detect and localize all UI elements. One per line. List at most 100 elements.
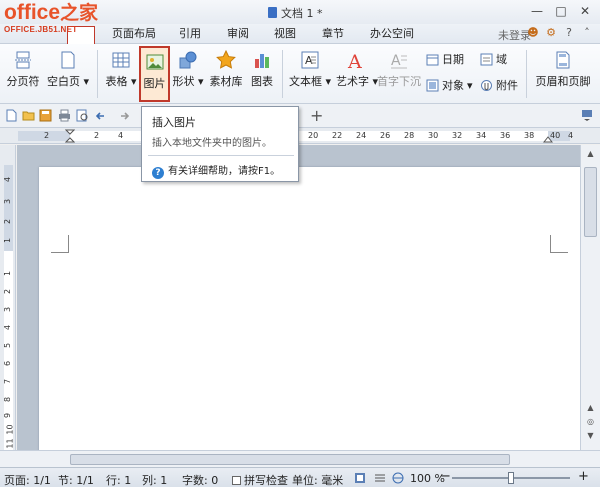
print-preview-icon[interactable]	[76, 109, 89, 122]
page-break-label: 分页符	[6, 75, 40, 88]
wordart-icon: A	[347, 51, 362, 70]
attachment-button[interactable]: 附件	[480, 76, 518, 94]
ruler-number: 28	[404, 131, 415, 140]
scroll-up-icon[interactable]: ▲	[584, 149, 597, 158]
close-button[interactable]: ✕	[574, 2, 596, 20]
undo-icon[interactable]	[96, 109, 109, 122]
logo-domain: OFFICE.JB51.NET	[4, 25, 78, 34]
field-icon	[480, 53, 493, 65]
ruler-number: 24	[356, 131, 367, 140]
tab-review[interactable]: 审阅	[227, 26, 249, 44]
chart-label: 图表	[251, 75, 273, 88]
object-label: 对象	[442, 79, 464, 92]
wordart-button[interactable]: A 艺术字 ▾	[336, 46, 378, 102]
tab-view[interactable]: 视图	[274, 26, 296, 44]
horizontal-ruler: 2 2 4 6 8 10 12 14 16 18 20 22 24 26 28 …	[0, 128, 600, 144]
horizontal-scrollbar[interactable]	[0, 450, 600, 467]
chart-icon	[255, 54, 269, 68]
table-button[interactable]: 表格 ▾	[104, 46, 138, 102]
status-wordcount: 字数: 0	[182, 474, 219, 487]
header-footer-label: 页眉和页脚	[535, 75, 591, 88]
blank-page-icon	[61, 51, 75, 69]
textbox-icon: A	[301, 51, 319, 69]
chart-button[interactable]: 图表	[248, 46, 276, 102]
date-button[interactable]: 日期	[426, 50, 464, 68]
new-tab-icon[interactable]: +	[310, 106, 323, 125]
ruler-number: 3	[3, 306, 13, 313]
page-break-icon	[15, 51, 31, 69]
indent-marker-icon[interactable]	[65, 129, 75, 143]
tooltip-help: ? 有关详细帮助，请按F1。	[152, 162, 280, 179]
minimize-button[interactable]: —	[526, 2, 548, 20]
save-icon[interactable]	[39, 109, 52, 122]
status-section: 节: 1/1	[58, 474, 94, 487]
next-page-icon[interactable]: ▼	[584, 431, 597, 440]
ruler-number: 30	[428, 131, 439, 140]
toolbar-options-icon[interactable]	[580, 108, 594, 122]
tab-page-layout[interactable]: 页面布局	[112, 26, 156, 44]
vertical-scroll-thumb[interactable]	[584, 167, 597, 237]
previous-page-icon[interactable]: ◎	[584, 417, 597, 426]
outline-view-icon[interactable]	[374, 472, 386, 484]
zoom-out-button[interactable]: −	[440, 469, 451, 484]
help-menu-icon[interactable]: ?	[562, 26, 576, 40]
shape-button[interactable]: 形状 ▾	[172, 46, 204, 102]
document-title: 文档 1 *	[268, 5, 323, 21]
header-footer-button[interactable]: 页眉和页脚	[530, 46, 596, 102]
material-library-button[interactable]: 素材库	[208, 46, 244, 102]
ruler-number: 2	[44, 131, 50, 140]
shape-label: 形状	[172, 75, 195, 88]
top-icons: ☻ ⚙ ? ˄	[526, 26, 594, 40]
blank-page-button[interactable]: 空白页 ▾	[46, 46, 90, 102]
page-break-button[interactable]: 分页符	[4, 46, 42, 102]
status-line: 行: 1	[106, 474, 132, 487]
status-column: 列: 1	[142, 474, 168, 487]
status-bar: 页面: 1/1 节: 1/1 行: 1 列: 1 字数: 0 拼写检查 单位: …	[0, 467, 600, 487]
picture-tooltip: 插入图片 插入本地文件夹中的图片。 ? 有关详细帮助，请按F1。	[141, 106, 299, 182]
dropcap-label: 首字下沉	[377, 75, 421, 88]
object-button[interactable]: 对象 ▾	[426, 76, 473, 94]
skin-icon[interactable]: ☻	[526, 26, 540, 40]
object-icon	[426, 79, 439, 91]
right-indent-marker-icon[interactable]	[543, 135, 553, 143]
maximize-button[interactable]: □	[550, 2, 572, 20]
horizontal-scroll-thumb[interactable]	[70, 454, 510, 465]
print-icon[interactable]	[58, 109, 71, 122]
ruler-number: 32	[452, 131, 463, 140]
ruler-number: 10	[5, 424, 15, 435]
vertical-scrollbar[interactable]: ▲ ▲ ◎ ▼	[580, 145, 600, 450]
picture-button[interactable]: 图片	[139, 46, 170, 102]
ruler-number: 8	[3, 396, 13, 403]
attachment-icon	[481, 79, 492, 91]
expand-icon[interactable]: ˄	[580, 26, 594, 40]
spellcheck-toggle[interactable]: 拼写检查	[232, 472, 288, 487]
zoom-in-button[interactable]: +	[578, 469, 589, 484]
web-view-icon[interactable]	[392, 472, 404, 484]
ruler-number: 38	[524, 131, 535, 140]
checkbox-icon	[232, 476, 241, 485]
quick-access-toolbar: +	[0, 104, 600, 128]
scroll-up-icon[interactable]: ▲	[584, 403, 597, 412]
site-logo: office之家 OFFICE.JB51.NET	[4, 2, 114, 42]
chevron-down-icon: ▾	[467, 78, 473, 92]
new-document-icon[interactable]	[5, 109, 18, 122]
picture-icon	[146, 54, 163, 70]
tab-references[interactable]: 引用	[179, 26, 201, 44]
settings-icon[interactable]: ⚙	[544, 26, 558, 40]
textbox-button[interactable]: A 文本框 ▾	[288, 46, 332, 102]
blank-page-label: 空白页	[46, 75, 80, 88]
status-unit: 单位: 毫米	[292, 474, 344, 487]
logo-brand: office	[4, 1, 61, 24]
wordart-label: 艺术字	[336, 75, 369, 88]
page-view-icon[interactable]	[354, 472, 366, 484]
document-page[interactable]	[39, 167, 580, 450]
ruler-number: 26	[380, 131, 391, 140]
open-folder-icon[interactable]	[22, 109, 35, 122]
spellcheck-label: 拼写检查	[244, 474, 288, 487]
tab-section[interactable]: 章节	[322, 26, 344, 44]
field-button[interactable]: 域	[480, 50, 507, 68]
zoom-slider-thumb[interactable]	[508, 472, 514, 484]
tab-office-space[interactable]: 办公空间	[370, 26, 414, 44]
logo-brand-zh: 之家	[60, 2, 99, 24]
redo-icon[interactable]	[116, 109, 129, 122]
